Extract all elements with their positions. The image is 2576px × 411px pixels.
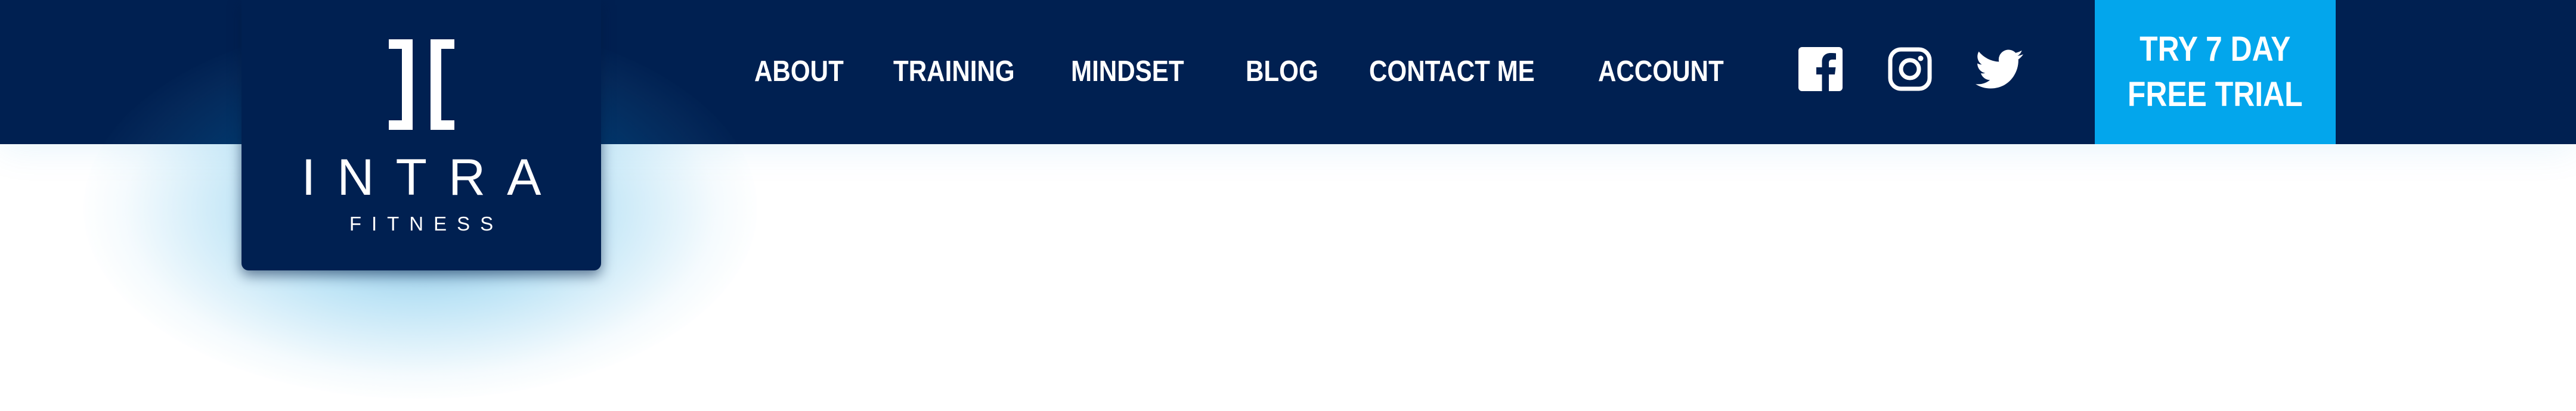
- twitter-icon: [1976, 49, 2023, 89]
- brand-name: INTRA: [301, 149, 563, 206]
- instagram-icon: [1888, 47, 1932, 91]
- nav-contact-me[interactable]: CONTACT ME: [1369, 51, 1535, 92]
- intra-logo-icon: [389, 39, 454, 130]
- nav-training[interactable]: TRAINING: [893, 51, 1015, 92]
- logo-home-link[interactable]: INTRA FITNESS: [242, 0, 601, 270]
- instagram-link[interactable]: [1886, 45, 1934, 93]
- facebook-link[interactable]: [1797, 45, 1844, 93]
- facebook-icon: [1798, 47, 1843, 93]
- nav-mindset[interactable]: MINDSET: [1071, 51, 1184, 92]
- twitter-link[interactable]: [1976, 45, 2023, 93]
- free-trial-button[interactable]: TRY 7 DAY FREE TRIAL: [2095, 0, 2336, 144]
- nav-blog[interactable]: BLOG: [1246, 51, 1318, 92]
- nav-about[interactable]: ABOUT: [754, 51, 844, 92]
- brand-subtitle: FITNESS: [349, 213, 504, 235]
- free-trial-label: TRY 7 DAY FREE TRIAL: [2128, 30, 2303, 114]
- nav-account[interactable]: ACCOUNT: [1598, 51, 1724, 92]
